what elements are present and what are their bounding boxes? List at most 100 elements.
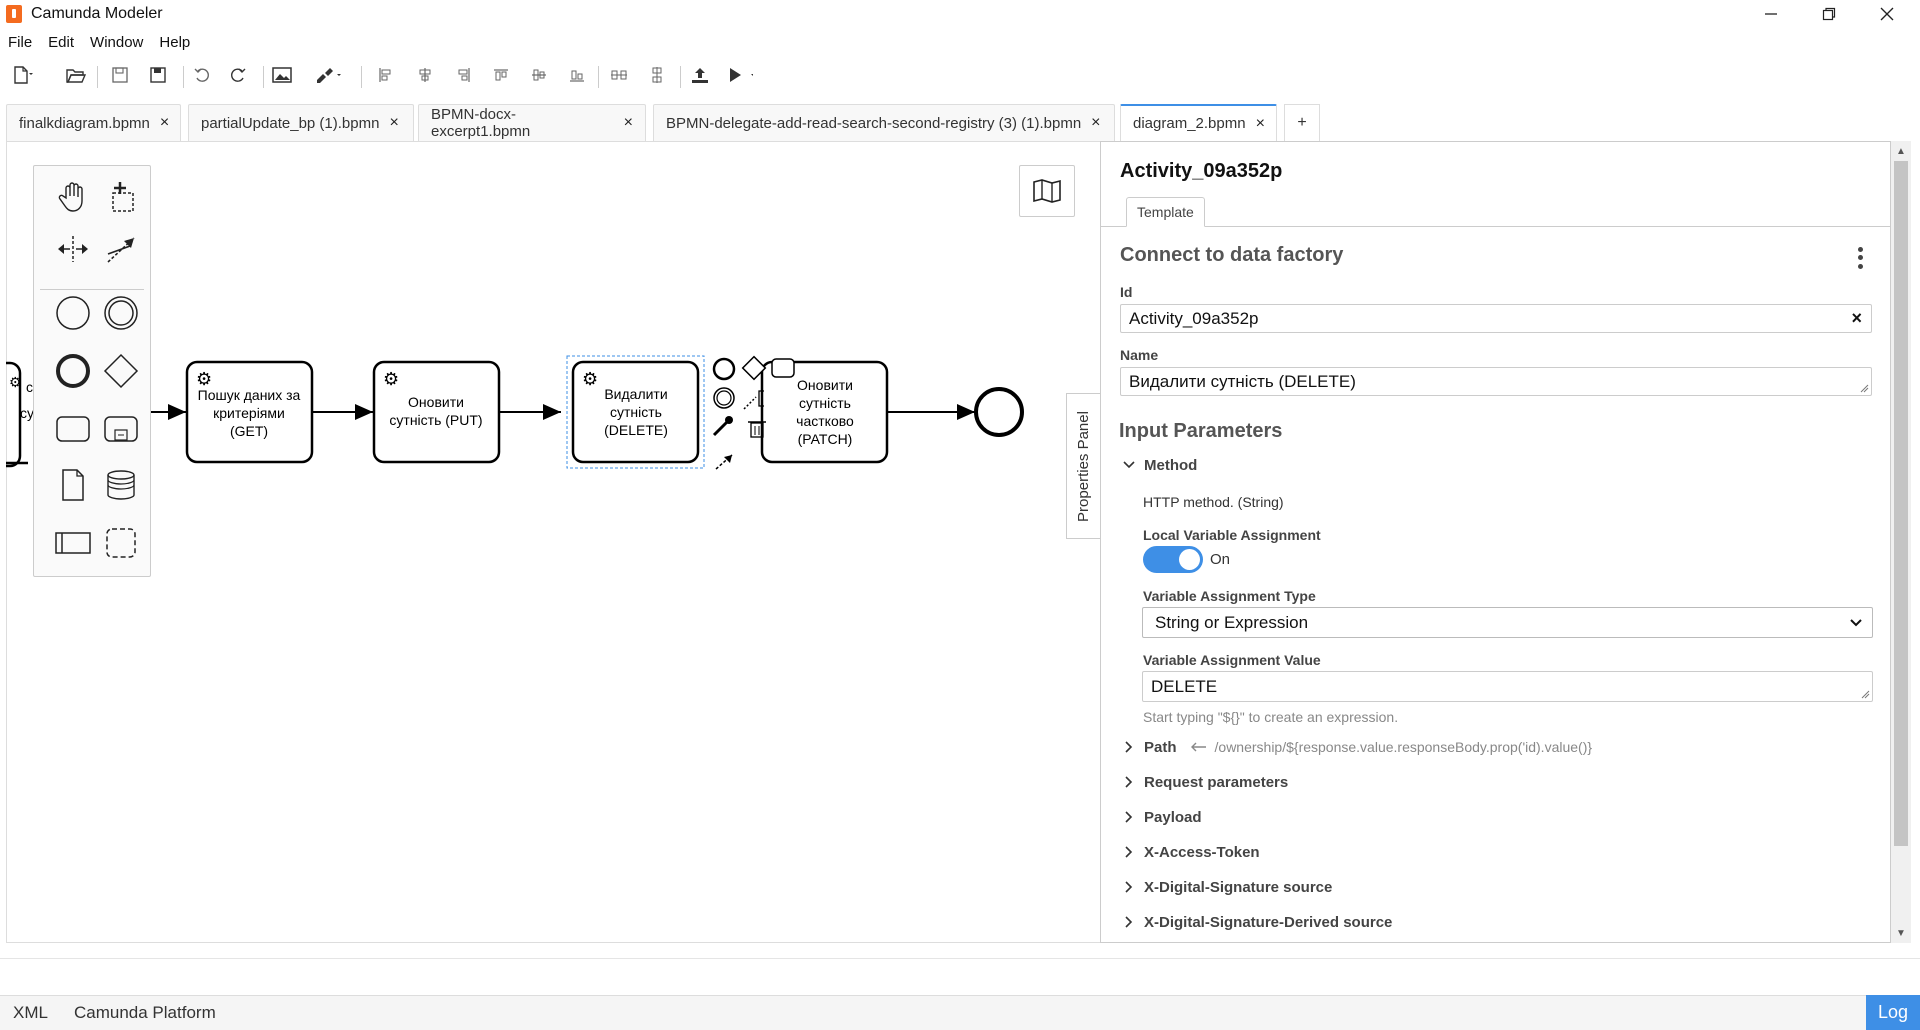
more-options-icon[interactable] [1850, 245, 1870, 271]
align-center-button[interactable] [412, 62, 438, 88]
tab-template[interactable]: Template [1126, 197, 1205, 227]
align-middle-icon [532, 69, 546, 81]
method-group-header[interactable]: Method [1122, 454, 1197, 476]
digital-signature-group-header[interactable]: X-Digital-Signature source [1122, 876, 1332, 898]
tab-bpmn-docx-excerpt1[interactable]: BPMN-docx-excerpt1.bpmn × [418, 104, 646, 141]
append-end-event-icon[interactable] [712, 357, 736, 381]
close-tab-icon[interactable]: × [624, 114, 633, 132]
new-file-button[interactable] [9, 62, 35, 88]
toggle-knob [1179, 549, 1200, 570]
lasso-tool[interactable] [98, 174, 144, 220]
color-picker-button[interactable] [315, 62, 341, 88]
create-start-event[interactable] [50, 290, 96, 336]
data-object-icon [62, 469, 84, 501]
create-pool[interactable] [50, 520, 96, 566]
variable-type-select[interactable]: String or Expression [1142, 607, 1873, 638]
global-connect-tool[interactable] [98, 226, 144, 272]
properties-panel-toggle[interactable]: Properties Panel [1066, 393, 1100, 539]
close-window-button[interactable] [1858, 0, 1916, 28]
align-middle-button[interactable] [526, 62, 552, 88]
tab-bpmn-delegate[interactable]: BPMN-delegate-add-read-search-second-reg… [653, 104, 1115, 141]
minimap-toggle-button[interactable] [1019, 165, 1075, 217]
open-file-button[interactable] [63, 62, 89, 88]
text-annotation-icon[interactable] [743, 396, 757, 410]
align-right-button[interactable] [450, 62, 476, 88]
tab-partialupdate[interactable]: partialUpdate_bp (1).bpmn × [188, 104, 414, 141]
undo-button[interactable] [189, 62, 215, 88]
align-top-button[interactable] [488, 62, 514, 88]
create-group[interactable] [98, 520, 144, 566]
execution-platform-button[interactable]: Camunda Platform [74, 1003, 216, 1023]
close-tab-icon[interactable]: × [1256, 115, 1265, 133]
name-textarea[interactable]: Видалити сутність (DELETE) [1120, 367, 1872, 396]
distribute-vertical-icon [652, 67, 662, 83]
append-task-icon[interactable] [771, 358, 795, 378]
partial-task[interactable]: ⚙ с су [6, 361, 34, 468]
tab-finalkdiagram[interactable]: finalkdiagram.bpmn × [6, 104, 181, 141]
align-left-button[interactable] [373, 62, 399, 88]
scroll-up-icon[interactable]: ▲ [1891, 143, 1911, 159]
create-gateway[interactable] [98, 348, 144, 394]
toolbar-separator [680, 66, 681, 88]
align-bottom-button[interactable] [564, 62, 590, 88]
chevron-right-icon [1122, 916, 1136, 928]
redo-button[interactable] [225, 62, 251, 88]
create-task[interactable] [50, 406, 96, 452]
trash-icon[interactable] [748, 421, 766, 438]
menu-help[interactable]: Help [151, 34, 198, 51]
menu-window[interactable]: Window [82, 34, 151, 51]
properties-scrollbar[interactable]: ▲ ▼ [1891, 141, 1911, 943]
save-button[interactable] [107, 62, 133, 88]
request-parameters-group-header[interactable]: Request parameters [1122, 771, 1288, 793]
start-instance-button[interactable] [727, 62, 753, 88]
create-data-object[interactable] [50, 462, 96, 508]
export-image-button[interactable] [269, 62, 295, 88]
arrow-left-icon [1190, 742, 1206, 752]
bpmn-diagram[interactable]: ⚙ с су ⚙ Пошук даних за критеріями (GET)… [6, 141, 1066, 921]
create-end-event[interactable] [50, 348, 96, 394]
log-button[interactable]: Log [1866, 995, 1920, 1030]
close-tab-icon[interactable]: × [389, 114, 398, 132]
hand-tool[interactable] [50, 174, 96, 220]
id-label: Id [1120, 284, 1133, 300]
access-token-group-header[interactable]: X-Access-Token [1122, 841, 1260, 863]
distribute-horizontal-button[interactable] [606, 62, 632, 88]
menu-edit[interactable]: Edit [40, 34, 82, 51]
end-event-icon [56, 354, 90, 388]
xml-view-button[interactable]: XML [13, 1003, 48, 1023]
distribute-vertical-button[interactable] [644, 62, 670, 88]
local-variable-toggle[interactable] [1143, 546, 1203, 573]
task-update-put[interactable]: ⚙ Оновити сутність (PUT) [372, 360, 501, 464]
space-tool[interactable] [50, 226, 96, 272]
id-input[interactable]: Activity_09a352p × [1120, 304, 1872, 333]
scrollbar-thumb[interactable] [1894, 161, 1908, 846]
menu-file[interactable]: File [0, 34, 40, 51]
restore-button[interactable] [1800, 0, 1858, 28]
footer-divider [0, 958, 1920, 959]
task-delete-selected[interactable]: ⚙ Видалити сутність (DELETE) [566, 355, 705, 469]
path-title: Path [1144, 738, 1177, 756]
digital-signature-derived-group-header[interactable]: X-Digital-Signature-Derived source [1122, 911, 1392, 933]
payload-group-header[interactable]: Payload [1122, 806, 1202, 828]
task-search-get[interactable]: ⚙ Пошук даних за критеріями (GET) [185, 360, 314, 464]
tab-diagram-2[interactable]: diagram_2.bpmn × [1120, 104, 1277, 141]
save-as-button[interactable] [145, 62, 171, 88]
variable-value-textarea[interactable]: DELETE [1142, 671, 1873, 702]
scroll-down-icon[interactable]: ▼ [1891, 925, 1911, 941]
wrench-icon[interactable] [712, 419, 730, 437]
toolbar-separator [183, 66, 184, 88]
close-tab-icon[interactable]: × [1091, 114, 1100, 132]
add-tab-button[interactable]: + [1284, 104, 1320, 141]
create-subprocess[interactable] [98, 406, 144, 452]
id-input-value: Activity_09a352p [1129, 308, 1259, 328]
create-data-store[interactable] [98, 462, 144, 508]
path-group-header[interactable]: Path /ownership/${response.value.respons… [1122, 736, 1592, 758]
close-tab-icon[interactable]: × [160, 114, 169, 132]
deploy-button[interactable] [687, 62, 713, 88]
create-intermediate-event[interactable] [98, 290, 144, 336]
local-variable-label: Local Variable Assignment [1143, 527, 1321, 543]
clear-id-icon[interactable]: × [1851, 308, 1862, 329]
task-label-line: сутність [610, 404, 662, 420]
end-event[interactable] [974, 387, 1024, 437]
minimize-button[interactable] [1742, 0, 1800, 28]
